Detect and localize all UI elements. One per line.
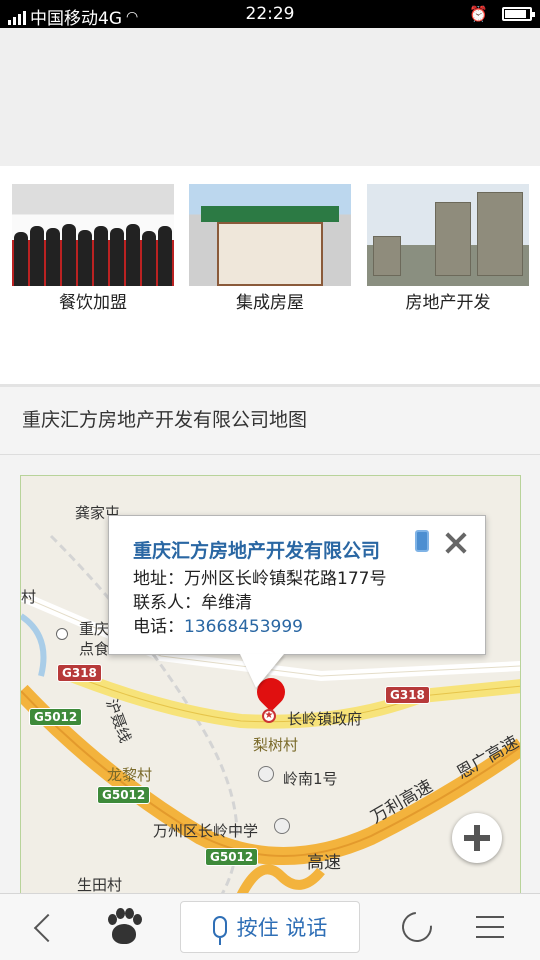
info-phone-row: 电话：13668453999 <box>133 612 303 637</box>
map-label-chongqing: 重庆 <box>79 620 110 638</box>
status-bar: 中国移动4G ◠ 22:29 ⏰ <box>0 0 540 29</box>
category-section: 餐饮加盟 集成房屋 房地产开发 <box>0 166 540 384</box>
map-label-gaosu: 高速 <box>307 853 341 873</box>
bottom-toolbar: 按住 说话 <box>0 893 540 960</box>
g318-shield: G318 <box>57 664 102 682</box>
close-icon[interactable] <box>443 530 469 556</box>
poi-icon <box>56 628 68 640</box>
map-section-title: 重庆汇方房地产开发有限公司地图 <box>0 387 540 455</box>
info-address-row: 地址：万州区长岭镇梨花路177号 <box>133 564 386 589</box>
info-company-name: 重庆汇方房地产开发有限公司 <box>133 540 381 562</box>
refresh-icon[interactable] <box>394 904 440 950</box>
phone-link[interactable]: 13668453999 <box>184 617 303 637</box>
catering-photo <box>12 184 174 286</box>
housing-photo <box>189 184 351 286</box>
map-label-zhenzhengfu: 长岭镇政府 <box>287 710 363 728</box>
contact-label: 联系人： <box>133 593 201 613</box>
category-catering[interactable]: 餐饮加盟 <box>12 184 174 313</box>
battery-icon <box>502 7 535 21</box>
info-window: 重庆汇方房地产开发有限公司 地址：万州区长岭镇梨花路177号 联系人：牟维清 电… <box>108 515 486 655</box>
map-label-longli: 龙黎村 <box>107 766 153 784</box>
menu-icon[interactable] <box>466 904 512 950</box>
address-value: 万州区长岭镇梨花路177号 <box>184 569 387 589</box>
mobile-phone-icon[interactable] <box>415 530 429 552</box>
g5012-shield: G5012 <box>29 708 83 726</box>
voice-input-button[interactable]: 按住 说话 <box>180 901 360 953</box>
g5012-shield: G5012 <box>205 848 259 866</box>
banner-area <box>0 28 540 166</box>
info-window-tail <box>240 654 284 688</box>
phone-label: 电话： <box>133 617 184 637</box>
map-label-dianshi: 点食 <box>79 640 110 658</box>
map-label-lingnan: 岭南1号 <box>283 770 338 788</box>
alarm-icon: ⏰ <box>469 5 488 23</box>
baidu-paw-icon[interactable] <box>100 904 146 950</box>
g5012-shield: G5012 <box>97 786 151 804</box>
government-marker-icon: ★ <box>262 709 276 723</box>
construction-photo <box>367 184 529 286</box>
category-real-estate[interactable]: 房地产开发 <box>367 184 529 313</box>
address-label: 地址： <box>133 569 184 589</box>
category-integrated-housing[interactable]: 集成房屋 <box>189 184 351 313</box>
map-label-lishu: 梨树村 <box>253 736 299 754</box>
category-label: 餐饮加盟 <box>59 293 127 313</box>
map-label-cun: 村 <box>21 588 37 606</box>
map-label-shengtian: 生田村 <box>77 876 123 894</box>
g318-shield: G318 <box>385 686 430 704</box>
poi-building-icon <box>258 766 274 782</box>
map-label-zhongxue: 万州区长岭中学 <box>153 822 259 840</box>
contact-value: 牟维清 <box>201 593 252 613</box>
microphone-icon <box>212 916 227 945</box>
info-contact-row: 联系人：牟维清 <box>133 588 252 613</box>
back-icon[interactable] <box>24 904 70 950</box>
category-label: 集成房屋 <box>236 293 304 313</box>
category-label: 房地产开发 <box>405 293 491 313</box>
voice-label: 按住 说话 <box>236 916 328 940</box>
zoom-in-button[interactable] <box>452 813 502 863</box>
status-right: ⏰ <box>469 5 535 23</box>
clock: 22:29 <box>245 4 295 24</box>
poi-school-icon <box>274 818 290 834</box>
